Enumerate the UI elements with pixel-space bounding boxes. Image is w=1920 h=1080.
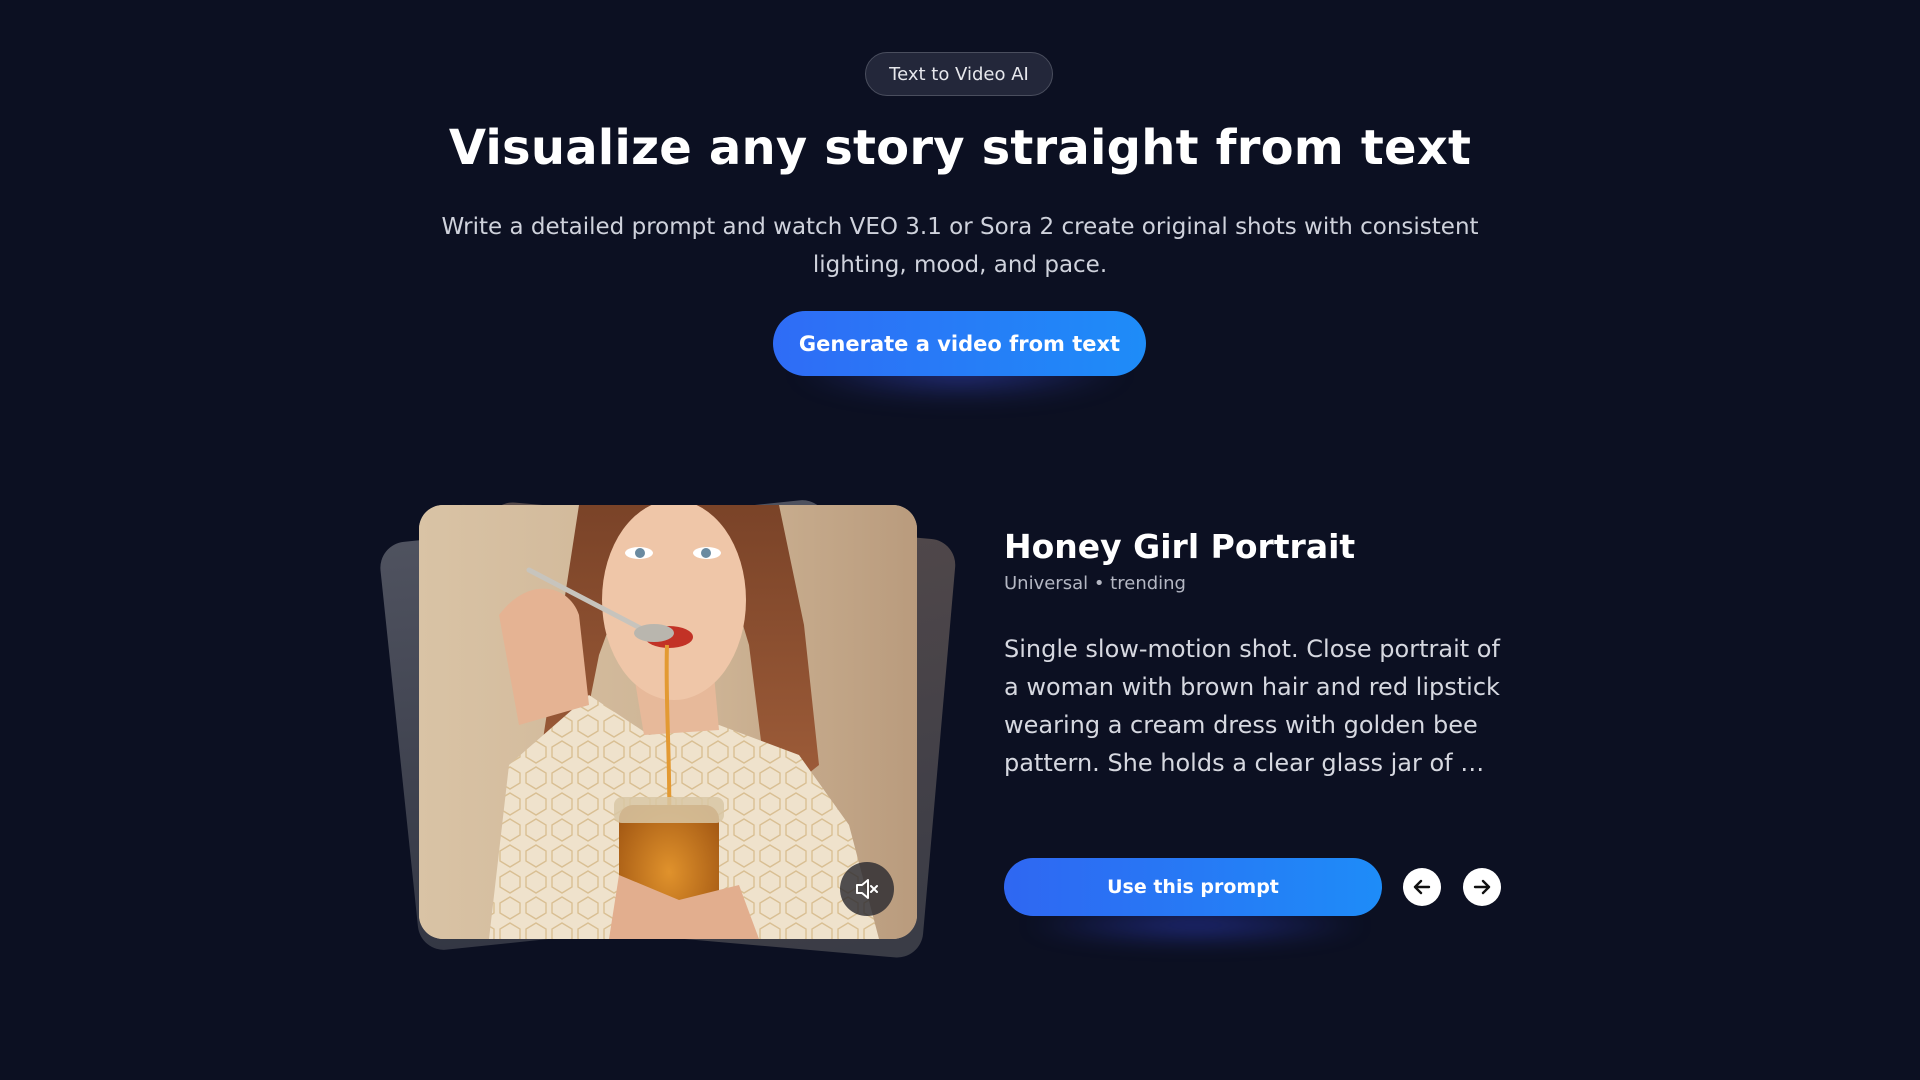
arrow-right-icon	[1473, 879, 1491, 895]
prompt-info: Honey Girl Portrait Universal • trending	[1004, 525, 1524, 594]
prompt-description: Single slow-motion shot. Close portrait …	[1004, 635, 1500, 777]
video-preview[interactable]	[419, 505, 917, 939]
page-title: Visualize any story straight from text	[448, 120, 1472, 176]
arrow-left-icon	[1413, 879, 1431, 895]
page: Text to Video AI Visualize any story str…	[0, 0, 1920, 1080]
previous-button[interactable]	[1403, 868, 1441, 906]
prompt-title: Honey Girl Portrait	[1004, 527, 1356, 566]
page-subtitle: Write a detailed prompt and watch VEO 3.…	[441, 214, 1479, 278]
prompt-meta: Universal • trending	[1004, 573, 1186, 594]
category-badge: Text to Video AI	[865, 52, 1053, 96]
next-button[interactable]	[1463, 868, 1501, 906]
generate-video-button[interactable]: Generate a video from text	[773, 311, 1146, 376]
mute-button[interactable]	[840, 862, 894, 916]
speaker-muted-icon	[856, 879, 878, 899]
use-prompt-button[interactable]: Use this prompt	[1004, 858, 1382, 916]
video-thumbnail-image	[419, 505, 917, 939]
